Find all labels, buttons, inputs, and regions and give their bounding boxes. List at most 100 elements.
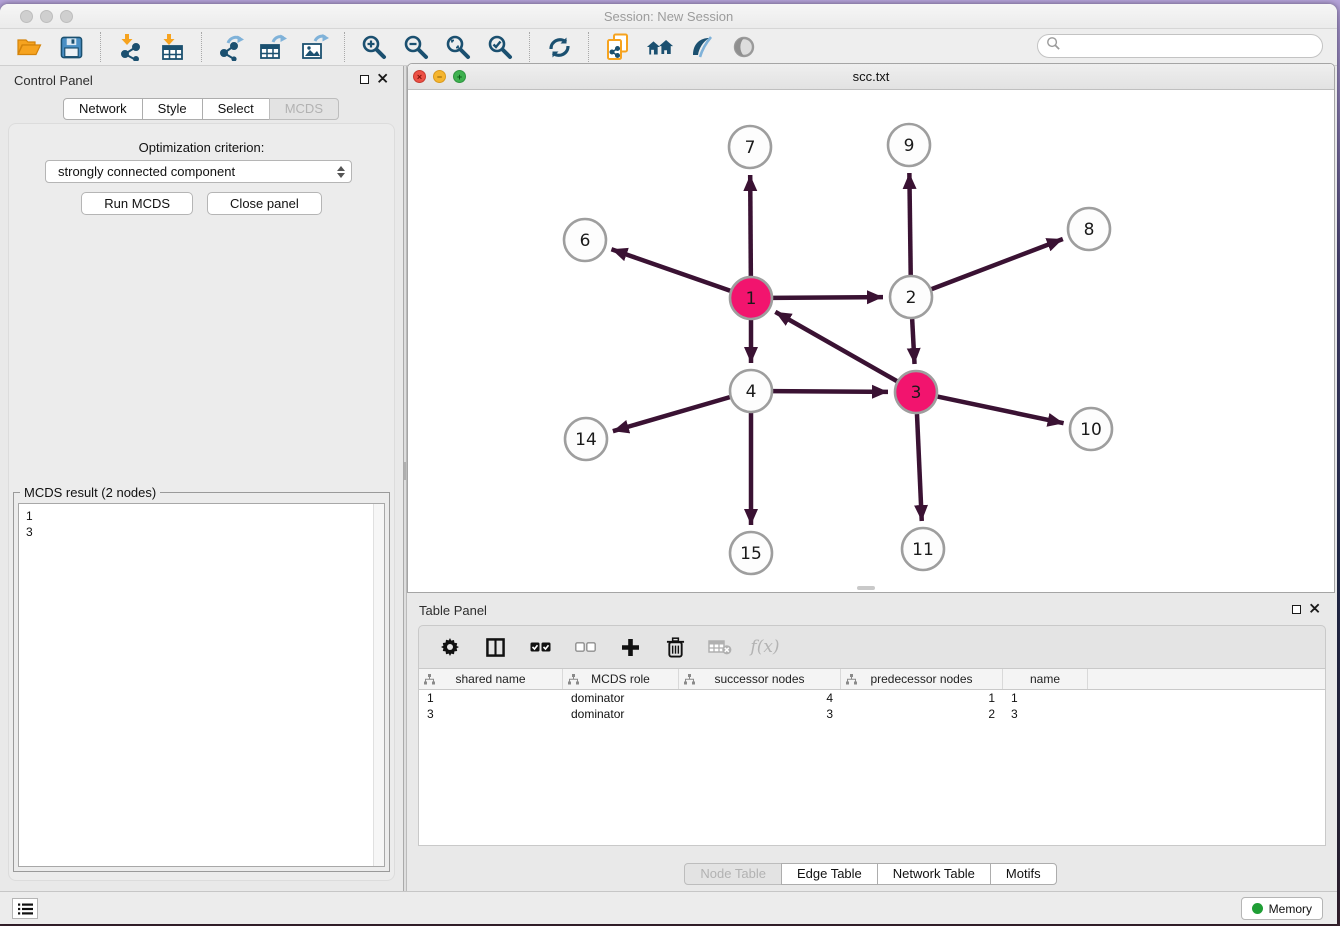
pane-layout-icon[interactable]: [483, 635, 507, 659]
control-panel-header: Control Panel ⨯: [0, 66, 403, 94]
cell-predecessor-nodes[interactable]: 2: [841, 706, 1003, 722]
graph-node-label: 6: [580, 231, 591, 251]
graph-edge-3-11[interactable]: [917, 414, 922, 521]
zoom-out-icon[interactable]: [402, 33, 430, 61]
control-panel-close-icon[interactable]: ⨯: [376, 74, 389, 83]
dropdown-stepper-icon: [337, 166, 345, 178]
save-session-icon[interactable]: [57, 33, 85, 61]
open-session-icon[interactable]: [15, 33, 43, 61]
add-row-icon[interactable]: [618, 635, 642, 659]
list-icon: [18, 903, 33, 915]
graph-node-label: 3: [911, 383, 922, 403]
search-icon: [1046, 36, 1061, 56]
import-table-icon[interactable]: [158, 33, 186, 61]
tab-style[interactable]: Style: [142, 98, 203, 120]
graph-edge-2-8[interactable]: [932, 239, 1063, 289]
tab-edge-table[interactable]: Edge Table: [781, 863, 878, 885]
column-header-mcds-role[interactable]: MCDS role: [563, 669, 679, 689]
graphics-details-icon[interactable]: [688, 33, 716, 61]
graph-edge-3-10[interactable]: [938, 397, 1064, 424]
graph-edge-3-1[interactable]: [775, 312, 897, 381]
clone-network-icon[interactable]: [604, 33, 632, 61]
mcds-result-line: 1: [26, 508, 384, 524]
export-network-icon[interactable]: [217, 33, 245, 61]
graph-node-label: 9: [904, 136, 915, 156]
cell-name[interactable]: 3: [1003, 706, 1088, 722]
tab-motifs[interactable]: Motifs: [990, 863, 1057, 885]
mcds-result-list[interactable]: 1 3: [18, 503, 385, 867]
import-network-icon[interactable]: [116, 33, 144, 61]
zoom-selected-icon[interactable]: [486, 33, 514, 61]
cell-mcds-role[interactable]: dominator: [563, 690, 679, 706]
graph-node-label: 11: [912, 540, 934, 560]
column-header-predecessor-nodes[interactable]: predecessor nodes: [841, 669, 1003, 689]
network-canvas[interactable]: 1234678910111415: [409, 91, 1333, 591]
dropdown-value: strongly connected component: [58, 164, 337, 179]
table-row[interactable]: 3 dominator 3 2 3: [419, 706, 1325, 722]
canvas-hscroll-nub[interactable]: [857, 586, 875, 590]
graph-node-label: 4: [746, 382, 757, 402]
table-panel-close-icon[interactable]: ⨯: [1308, 604, 1321, 613]
cell-mcds-role[interactable]: dominator: [563, 706, 679, 722]
run-mcds-button[interactable]: Run MCDS: [81, 192, 193, 215]
network-window-titlebar[interactable]: × − + scc.txt: [408, 64, 1334, 90]
graph-node-label: 14: [575, 430, 597, 450]
cell-successor-nodes[interactable]: 3: [679, 706, 841, 722]
birds-eye-view-icon[interactable]: [730, 33, 758, 61]
column-header-name[interactable]: name: [1003, 669, 1088, 689]
graph-edge-1-6[interactable]: [611, 249, 730, 291]
cell-predecessor-nodes[interactable]: 1: [841, 690, 1003, 706]
cell-shared-name[interactable]: 3: [419, 706, 563, 722]
tab-mcds[interactable]: MCDS: [269, 98, 339, 120]
memory-button[interactable]: Memory: [1241, 897, 1323, 920]
zoom-fit-icon[interactable]: [444, 33, 472, 61]
attribute-icon: [568, 674, 579, 688]
tab-node-table[interactable]: Node Table: [684, 863, 782, 885]
control-panel-tabs: Network Style Select MCDS: [0, 98, 403, 120]
table-row[interactable]: 1 dominator 4 1 1: [419, 690, 1325, 706]
table-panel-float-icon[interactable]: [1292, 605, 1301, 614]
close-panel-button[interactable]: Close panel: [207, 192, 322, 215]
column-header-successor-nodes[interactable]: successor nodes: [679, 669, 841, 689]
table-toolbar: f(x): [418, 625, 1326, 668]
memory-label: Memory: [1269, 902, 1312, 916]
zoom-in-icon[interactable]: [360, 33, 388, 61]
tab-network[interactable]: Network: [63, 98, 143, 120]
graph-edge-1-7[interactable]: [750, 175, 751, 276]
function-builder-icon[interactable]: f(x): [753, 635, 777, 659]
main-toolbar: [0, 29, 1337, 66]
deselect-all-rows-icon[interactable]: [573, 635, 597, 659]
status-bar: Memory: [0, 891, 1337, 924]
export-table-icon[interactable]: [259, 33, 287, 61]
select-all-rows-icon[interactable]: [528, 635, 552, 659]
delete-rows-icon[interactable]: [663, 635, 687, 659]
cell-shared-name[interactable]: 1: [419, 690, 563, 706]
control-panel-float-icon[interactable]: [360, 75, 369, 84]
cell-successor-nodes[interactable]: 4: [679, 690, 841, 706]
column-settings-icon[interactable]: [438, 635, 462, 659]
cell-name[interactable]: 1: [1003, 690, 1088, 706]
column-header-shared-name[interactable]: shared name: [419, 669, 563, 689]
export-image-icon[interactable]: [301, 33, 329, 61]
tab-network-table[interactable]: Network Table: [877, 863, 991, 885]
search-input[interactable]: [1037, 34, 1323, 58]
optimization-criterion-select[interactable]: strongly connected component: [45, 160, 352, 183]
graph-edge-1-2[interactable]: [773, 297, 883, 298]
refresh-network-icon[interactable]: [545, 33, 573, 61]
result-scrollbar[interactable]: [373, 504, 384, 866]
mcds-panel: Optimization criterion: strongly connect…: [8, 123, 395, 881]
delete-table-icon[interactable]: [708, 635, 732, 659]
app-window: Session: New Session: [0, 4, 1337, 924]
graph-edge-2-3[interactable]: [912, 319, 914, 364]
graph-edge-4-14[interactable]: [613, 397, 730, 431]
attribute-icon: [684, 674, 695, 688]
graph-node-label: 2: [906, 288, 917, 308]
graph-edge-2-9[interactable]: [909, 173, 910, 275]
node-table-header: shared name MCDS role successor nodes pr…: [419, 669, 1325, 690]
task-history-button[interactable]: [12, 898, 38, 919]
graph-node-label: 1: [746, 289, 757, 309]
tab-select[interactable]: Select: [202, 98, 270, 120]
mcds-result-box: MCDS result (2 nodes) 1 3: [13, 492, 390, 872]
home-view-icon[interactable]: [646, 33, 674, 61]
graph-edge-4-3[interactable]: [773, 391, 888, 392]
